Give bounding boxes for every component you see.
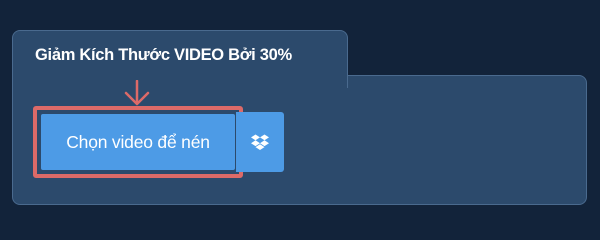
choose-video-button[interactable]: Chọn video để nén <box>41 114 235 170</box>
down-arrow-icon <box>124 80 150 106</box>
dropbox-icon <box>251 134 269 150</box>
dropbox-button[interactable] <box>236 112 284 172</box>
compress-tab: Giảm Kích Thước VIDEO Bởi 30% <box>12 30 348 88</box>
choose-video-label: Chọn video để nén <box>66 131 210 152</box>
tab-panel-join <box>13 72 347 78</box>
tab-title: Giảm Kích Thước VIDEO Bởi 30% <box>35 46 292 64</box>
